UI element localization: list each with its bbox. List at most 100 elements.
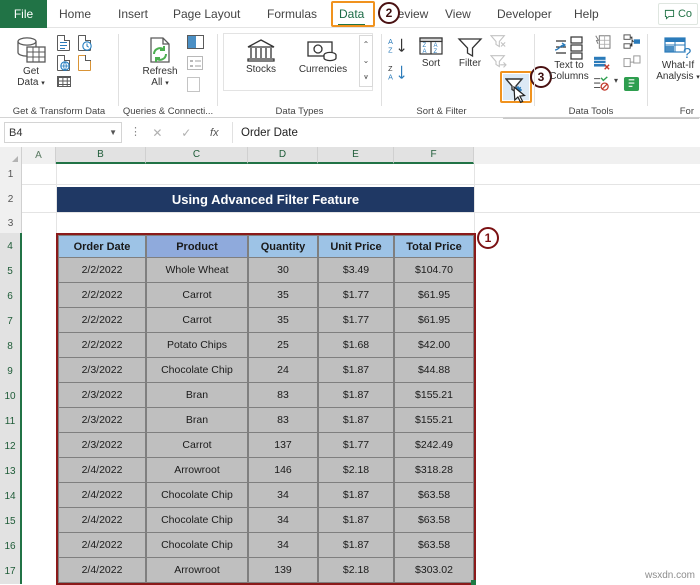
stocks-label: Stocks — [245, 64, 276, 75]
formula-bar-overflow-icon[interactable]: ⋮ — [130, 125, 141, 138]
row-header-7[interactable]: 7 — [0, 309, 22, 334]
consolidate-glyph — [623, 34, 640, 49]
row-header-5[interactable]: 5 — [0, 259, 22, 284]
tab-file[interactable]: File — [0, 0, 47, 28]
queries-connections-pane-icon[interactable] — [187, 35, 204, 49]
row-header-3[interactable]: 3 — [0, 213, 22, 233]
remove-duplicates-icon[interactable] — [593, 55, 611, 76]
edit-links-icon[interactable] — [187, 77, 200, 92]
tab-view[interactable]: View — [438, 0, 478, 28]
gridline-horizontal-2 — [22, 212, 700, 213]
sort-az-button[interactable]: A Z — [388, 37, 408, 60]
filter-button[interactable]: Filter — [452, 36, 488, 69]
relationships-icon[interactable] — [623, 55, 641, 76]
gridline-horizontal-1 — [22, 184, 700, 185]
clear-filter-button[interactable] — [489, 34, 507, 54]
row-header-14[interactable]: 14 — [0, 484, 22, 509]
fill-handle[interactable] — [471, 580, 476, 585]
formula-bar: B4 ▼ ⋮ ✕ ✓ fx Order Date — [0, 119, 700, 147]
chevron-down-icon-2: ▾ — [165, 80, 169, 87]
ribbon-group-get-transform: Get Data ▾ Get & Transform Data — [0, 28, 118, 118]
tab-insert[interactable]: Insert — [111, 0, 155, 28]
row-header-16[interactable]: 16 — [0, 534, 22, 559]
get-data-button[interactable]: Get Data ▾ — [8, 36, 54, 89]
get-data-label-line2: Data ▾ — [17, 77, 45, 88]
recent-sources-icon[interactable] — [78, 35, 92, 51]
filter-label: Filter — [458, 58, 482, 69]
row-header-9[interactable]: 9 — [0, 359, 22, 384]
stocks-button[interactable]: Stocks — [234, 38, 288, 75]
row-header-10[interactable]: 10 — [0, 384, 22, 409]
ribbon-group-data-tools: Text to Columns ▾ Data Tools — [535, 28, 647, 118]
scroll-up-icon[interactable]: ⌃ — [363, 40, 370, 49]
column-header-F[interactable]: F — [394, 147, 474, 164]
row-header-2[interactable]: 2 — [0, 185, 22, 213]
tab-developer[interactable]: Developer — [490, 0, 559, 28]
flash-fill-icon[interactable] — [593, 34, 611, 55]
insert-function-icon[interactable]: fx — [210, 127, 219, 139]
manage-data-model-icon[interactable] — [623, 76, 640, 97]
group-label-data-types: Data Types — [275, 106, 324, 117]
column-header-E[interactable]: E — [318, 147, 394, 164]
data-validation-icon[interactable] — [593, 76, 611, 96]
what-if-analysis-button[interactable]: ? What-If Analysis ▾ — [653, 36, 700, 83]
row-header-6[interactable]: 6 — [0, 284, 22, 309]
callout-1-label: 1 — [484, 231, 492, 245]
from-table-range-icon[interactable] — [57, 76, 71, 87]
tab-help[interactable]: Help — [567, 0, 606, 28]
confirm-entry-icon[interactable]: ✓ — [181, 126, 191, 140]
group-label-get-transform: Get & Transform Data — [12, 106, 106, 117]
name-box-chevron-down-icon[interactable]: ▼ — [109, 128, 117, 137]
column-header-D[interactable]: D — [248, 147, 318, 164]
from-text-csv-icon[interactable] — [57, 35, 70, 51]
power-pivot-glyph — [623, 76, 640, 92]
column-header-A[interactable]: A — [22, 147, 56, 164]
data-validation-dropdown-icon[interactable]: ▾ — [614, 76, 618, 85]
comments-button[interactable]: Co — [657, 3, 698, 25]
from-web-icon[interactable] — [57, 55, 70, 71]
cancel-entry-icon[interactable]: ✕ — [152, 126, 162, 140]
tab-page-layout[interactable]: Page Layout — [166, 0, 247, 28]
tab-file-label: File — [13, 7, 34, 21]
refresh-icon — [150, 37, 170, 63]
tab-home[interactable]: Home — [52, 0, 98, 28]
chevron-down-icon: ▾ — [41, 80, 45, 87]
clock-icon — [82, 41, 92, 51]
column-header-C[interactable]: C — [146, 147, 248, 164]
text-to-columns-button[interactable]: Text to Columns — [543, 36, 595, 82]
group-label-data-tools: Data Tools — [568, 106, 614, 117]
row-header-12[interactable]: 12 — [0, 434, 22, 459]
tab-page-layout-label: Page Layout — [173, 7, 241, 21]
select-all-corner[interactable] — [0, 147, 22, 164]
column-header-B[interactable]: B — [56, 147, 146, 164]
refresh-all-button[interactable]: Refresh All ▾ — [134, 36, 186, 89]
formula-input[interactable]: Order Date — [232, 122, 696, 143]
data-types-scroll-buttons[interactable]: ⌃ ⌄ ⩛ — [359, 35, 373, 87]
existing-connections-icon[interactable] — [78, 55, 91, 71]
currencies-button[interactable]: Currencies — [292, 38, 354, 75]
row-header-8[interactable]: 8 — [0, 334, 22, 359]
row-header-4[interactable]: 4 — [0, 233, 22, 259]
tab-formulas[interactable]: Formulas — [260, 0, 324, 28]
currency-icon — [307, 41, 337, 62]
mouse-cursor-icon — [513, 86, 526, 104]
consolidate-icon[interactable] — [623, 34, 641, 55]
data-tab-highlight-annotation — [331, 1, 375, 27]
name-box[interactable]: B4 ▼ — [4, 122, 122, 143]
get-data-label-line1: Get — [22, 66, 40, 77]
row-header-13[interactable]: 13 — [0, 459, 22, 484]
row-header-17[interactable]: 17 — [0, 559, 22, 584]
watermark: wsxdn.com — [644, 570, 695, 581]
refresh-all-label-line2: All ▾ — [151, 77, 169, 88]
row-header-1[interactable]: 1 — [0, 164, 22, 185]
sort-button[interactable]: Z A A Z Sort — [414, 36, 448, 69]
gallery-more-icon[interactable]: ⩛ — [364, 72, 369, 82]
properties-icon[interactable] — [187, 56, 203, 70]
globe-icon — [60, 61, 70, 71]
row-header-15[interactable]: 15 — [0, 509, 22, 534]
tab-insert-label: Insert — [118, 7, 149, 21]
currencies-label: Currencies — [298, 64, 348, 75]
sort-za-button[interactable]: Z A — [388, 64, 408, 87]
scroll-down-icon[interactable]: ⌄ — [363, 56, 370, 65]
row-header-11[interactable]: 11 — [0, 409, 22, 434]
